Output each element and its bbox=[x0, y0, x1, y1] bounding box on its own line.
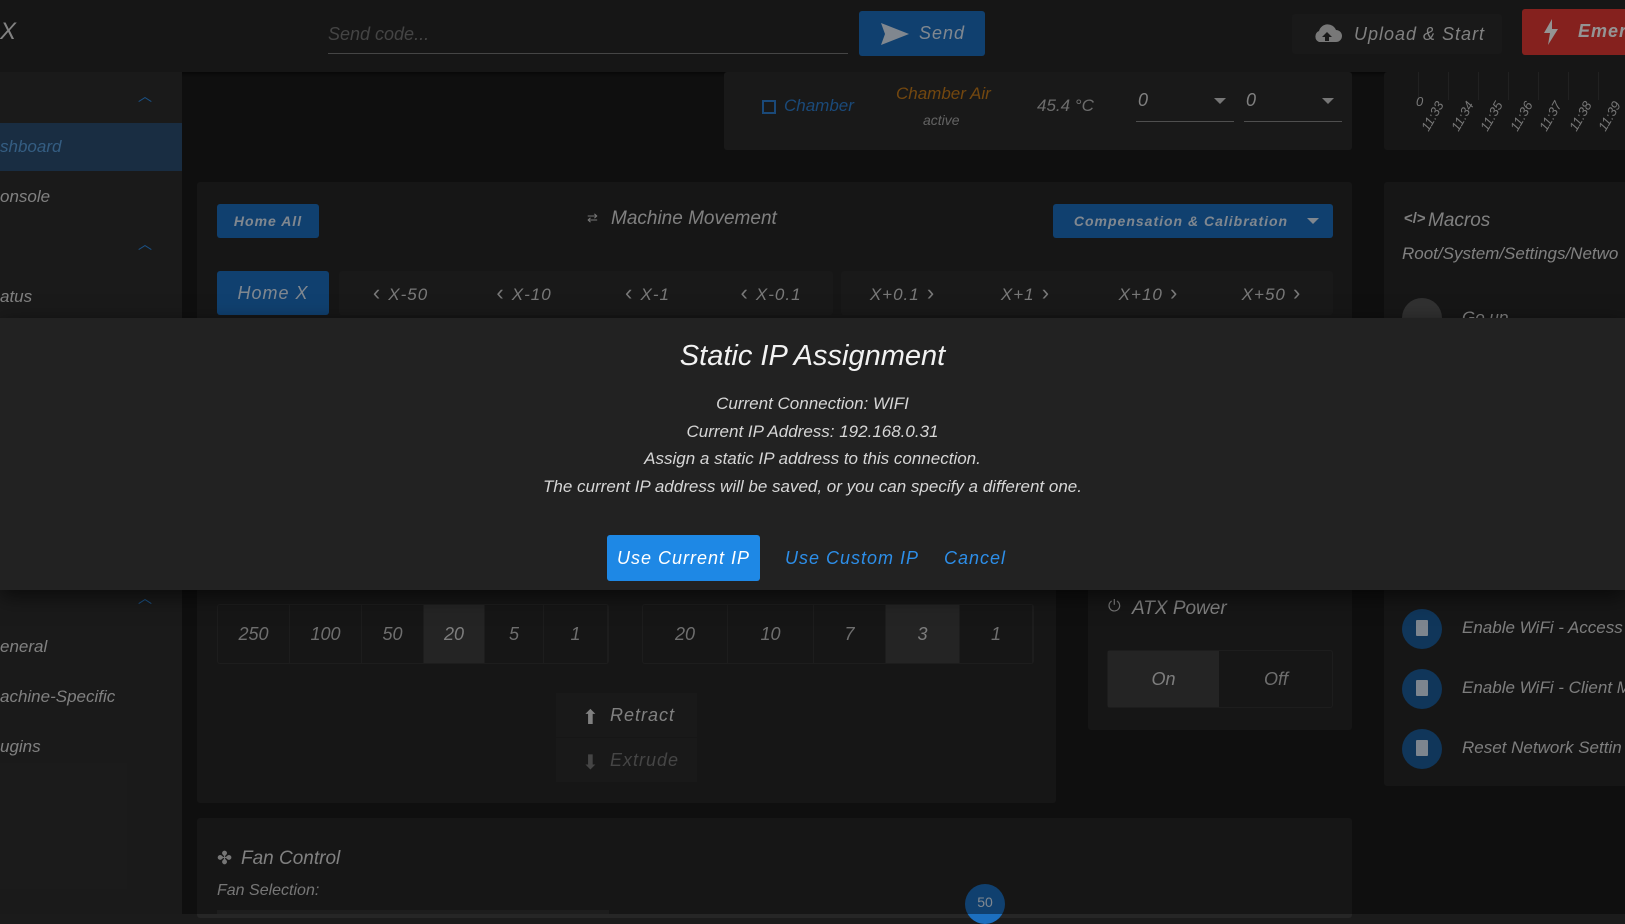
use-custom-ip-button[interactable]: Use Custom IP bbox=[774, 535, 930, 581]
dialog-text-ip: Current IP Address: 192.168.0.31 bbox=[686, 422, 939, 441]
dialog-text-saved: The current IP address will be saved, or… bbox=[543, 477, 1082, 496]
use-current-ip-button[interactable]: Use Current IP bbox=[607, 535, 760, 581]
dialog-text-connection: Current Connection: WIFI bbox=[716, 394, 909, 413]
dialog-title: Static IP Assignment bbox=[679, 340, 946, 372]
cancel-button[interactable]: Cancel bbox=[935, 535, 1015, 581]
dialog-text-assign: Assign a static IP address to this conne… bbox=[644, 449, 981, 468]
static-ip-dialog: Static IP Assignment Current Connection:… bbox=[0, 318, 1625, 590]
